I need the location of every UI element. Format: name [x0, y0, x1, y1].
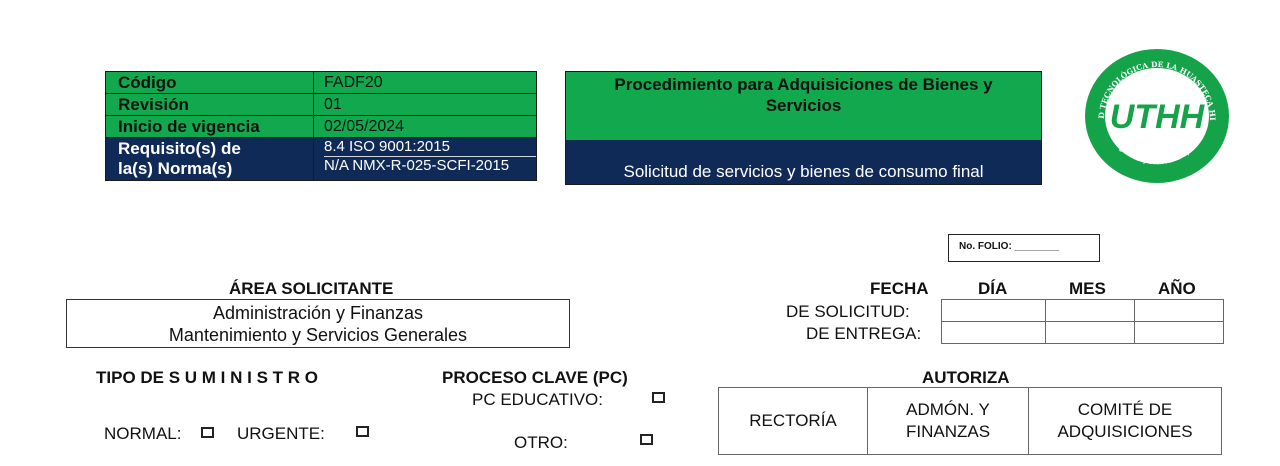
requisito-key-line1: Requisito(s) de	[118, 139, 241, 158]
meta-row-revision: Revisión 01	[105, 93, 537, 116]
admon-line1: ADMÓN. Y	[906, 400, 990, 419]
ano-solicitud-field[interactable]	[1134, 299, 1224, 322]
meta-value: 01	[313, 93, 537, 116]
proceso-title: PROCESO CLAVE (PC)	[442, 368, 628, 387]
meta-row-vigencia: Inicio de vigencia 02/05/2024	[105, 115, 537, 138]
fecha-title: FECHA	[870, 279, 929, 298]
autoriza-admon-finanzas: ADMÓN. Y FINANZAS	[867, 387, 1029, 455]
procedure-box: Procedimiento para Adquisiciones de Bien…	[565, 71, 1042, 185]
meta-key: Revisión	[105, 93, 314, 116]
meta-key: Inicio de vigencia	[105, 115, 314, 138]
urgente-label: URGENTE:	[237, 424, 325, 443]
fecha-row-entrega: DE ENTREGA:	[806, 324, 922, 343]
meta-key: Requisito(s) de la(s) Norma(s)	[105, 137, 314, 181]
logo-text: UTHH	[1110, 98, 1206, 136]
procedure-title-line2: Servicios	[765, 96, 842, 115]
dia-entrega-field[interactable]	[941, 321, 1046, 344]
fecha-col-mes: MES	[1069, 279, 1106, 298]
fecha-grid	[941, 299, 1224, 344]
pc-educativo-label: PC EDUCATIVO:	[472, 390, 603, 409]
autoriza-comite: COMITÉ DE ADQUISICIONES	[1028, 387, 1222, 455]
ano-entrega-field[interactable]	[1134, 321, 1224, 344]
fecha-row	[941, 299, 1224, 322]
autoriza-table: RECTORÍA ADMÓN. Y FINANZAS COMITÉ DE ADQ…	[718, 387, 1222, 455]
meta-value: 02/05/2024	[313, 115, 537, 138]
comite-line2: ADQUISICIONES	[1057, 422, 1193, 441]
mes-entrega-field[interactable]	[1045, 321, 1135, 344]
normal-checkbox[interactable]	[201, 427, 214, 438]
procedure-title: Procedimiento para Adquisiciones de Bien…	[566, 72, 1041, 140]
area-box: Administración y Finanzas Mantenimiento …	[66, 299, 570, 348]
university-logo: UNIVERSIDAD TECNOLÓGICA DE LA HUASTECA H…	[1082, 44, 1229, 183]
autoriza-title: AUTORIZA	[922, 368, 1010, 387]
fecha-col-ano: AÑO	[1158, 279, 1196, 298]
procedure-title-line1: Procedimiento para Adquisiciones de Bien…	[614, 75, 993, 94]
meta-row-requisito: Requisito(s) de la(s) Norma(s) 8.4 ISO 9…	[105, 137, 537, 181]
admon-line2: FINANZAS	[905, 422, 991, 441]
pc-educativo-checkbox[interactable]	[652, 392, 665, 403]
meta-value: 8.4 ISO 9001:2015 N/A NMX-R-025-SCFI-201…	[313, 137, 537, 181]
area-line1: Administración y Finanzas	[212, 303, 424, 323]
autoriza-row: RECTORÍA ADMÓN. Y FINANZAS COMITÉ DE ADQ…	[718, 387, 1222, 455]
requisito-value-nmx: N/A NMX-R-025-SCFI-2015	[324, 156, 536, 175]
urgente-checkbox[interactable]	[356, 426, 369, 437]
comite-line1: COMITÉ DE	[1077, 400, 1173, 419]
area-title: ÁREA SOLICITANTE	[229, 279, 394, 298]
area-line2: Mantenimiento y Servicios Generales	[168, 325, 468, 345]
requisito-key-line2: la(s) Norma(s)	[118, 159, 233, 178]
fecha-row	[941, 321, 1224, 344]
document-meta-table: Código FADF20 Revisión 01 Inicio de vige…	[105, 71, 537, 181]
normal-label: NORMAL:	[104, 424, 182, 443]
otro-label: OTRO:	[514, 433, 568, 452]
fecha-row-solicitud: DE SOLICITUD:	[786, 302, 910, 321]
autoriza-rectoria: RECTORÍA	[718, 387, 868, 455]
meta-value: FADF20	[313, 71, 537, 94]
folio-box[interactable]: No. FOLIO: ________	[948, 234, 1100, 262]
dia-solicitud-field[interactable]	[941, 299, 1046, 322]
requisito-value-iso: 8.4 ISO 9001:2015	[324, 138, 450, 155]
procedure-subtitle: Solicitud de servicios y bienes de consu…	[566, 140, 1041, 184]
fecha-col-dia: DÍA	[978, 279, 1008, 298]
suministro-title: TIPO DE S U M I N I S T R O	[96, 368, 318, 387]
meta-row-codigo: Código FADF20	[105, 71, 537, 94]
otro-checkbox[interactable]	[640, 434, 653, 445]
mes-solicitud-field[interactable]	[1045, 299, 1135, 322]
meta-key: Código	[105, 71, 314, 94]
